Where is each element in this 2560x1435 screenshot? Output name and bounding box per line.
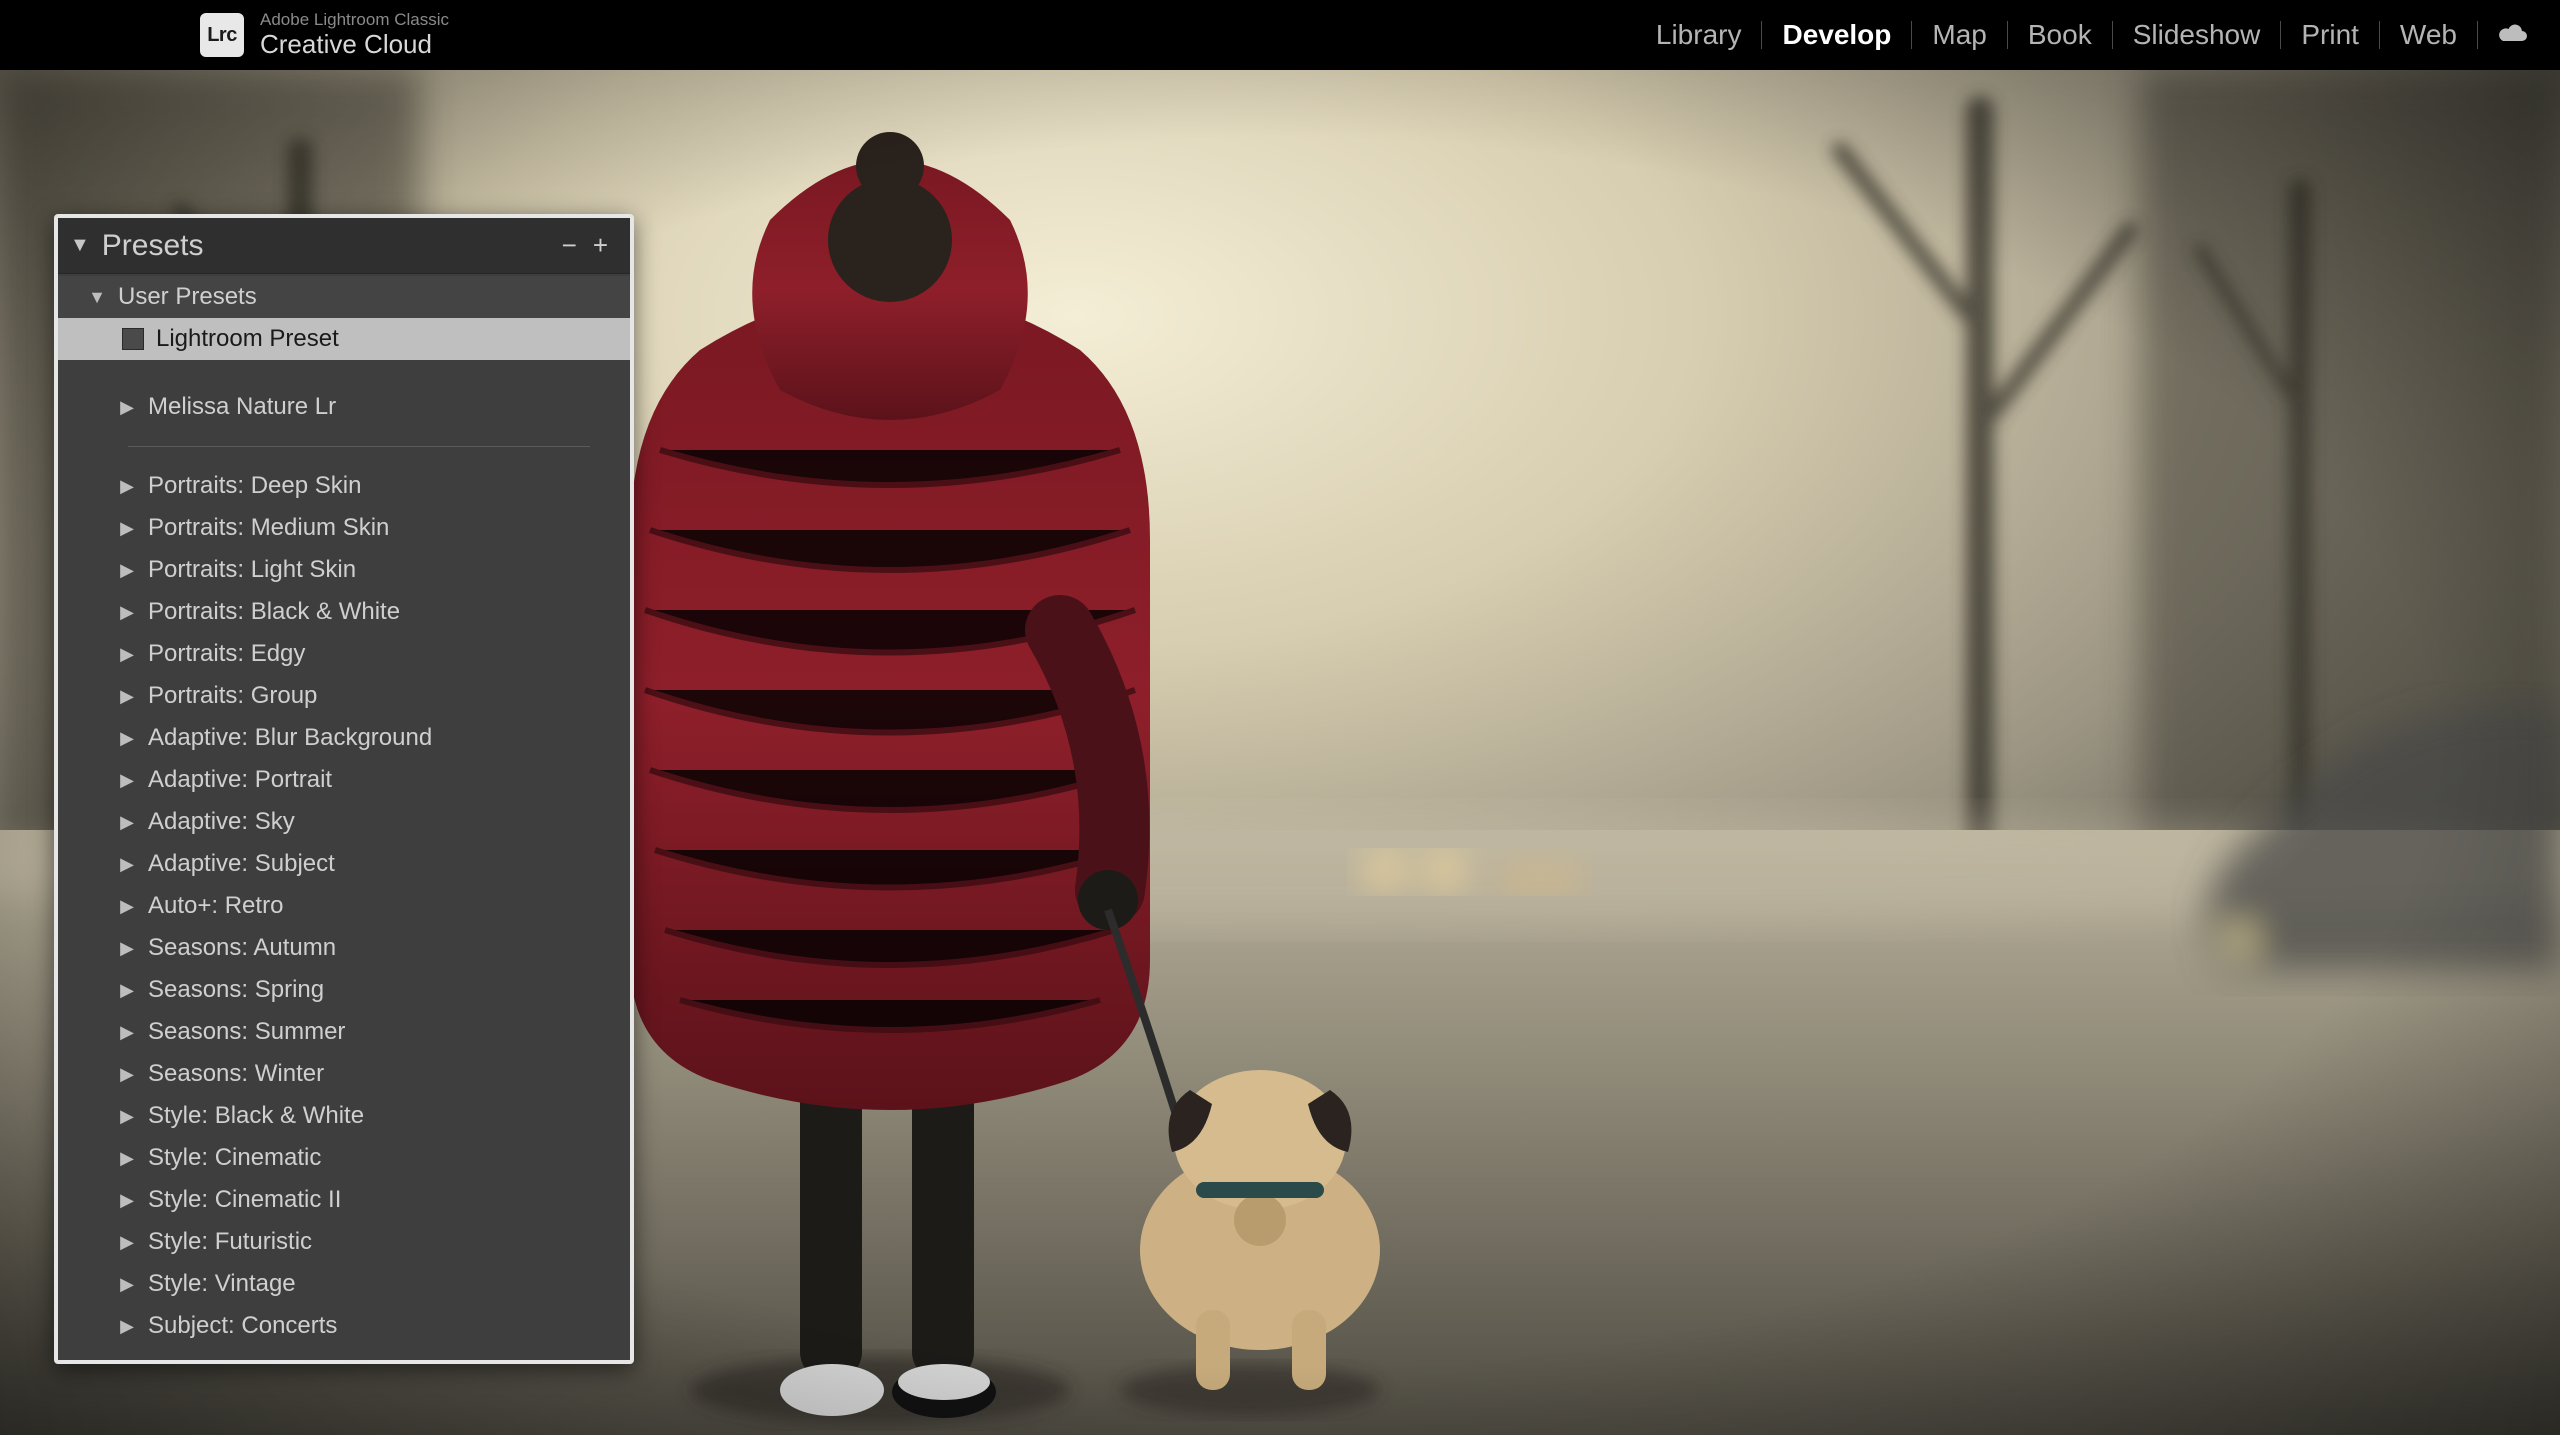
- preset-group-label: Style: Cinematic: [148, 1144, 321, 1172]
- chevron-right-icon: ▶: [116, 602, 138, 623]
- preset-group[interactable]: ▶ Seasons: Autumn: [58, 927, 630, 969]
- preset-group-label: Portraits: Deep Skin: [148, 472, 361, 500]
- nav-library[interactable]: Library: [1636, 21, 1763, 49]
- preset-group-label: Style: Vintage: [148, 1270, 296, 1298]
- nav-develop[interactable]: Develop: [1762, 21, 1912, 49]
- presets-panel: ▼ Presets − + ▼ User Presets Lightroom P…: [54, 214, 634, 1364]
- nav-book[interactable]: Book: [2008, 21, 2113, 49]
- preset-group[interactable]: ▶ Portraits: Black & White: [58, 591, 630, 633]
- preset-thumb-icon: [122, 328, 144, 350]
- chevron-right-icon: ▶: [116, 1148, 138, 1169]
- preset-group-label: Style: Cinematic II: [148, 1186, 341, 1214]
- preset-group[interactable]: ▶ Portraits: Deep Skin: [58, 465, 630, 507]
- preset-group[interactable]: ▶ Style: Black & White: [58, 1095, 630, 1137]
- preset-item-selected[interactable]: Lightroom Preset: [58, 318, 630, 360]
- preset-group[interactable]: ▶ Portraits: Light Skin: [58, 549, 630, 591]
- preset-group-label: Seasons: Spring: [148, 976, 324, 1004]
- nav-map[interactable]: Map: [1912, 21, 2007, 49]
- preset-group-label: Seasons: Winter: [148, 1060, 324, 1088]
- chevron-right-icon: ▶: [116, 644, 138, 665]
- chevron-right-icon: ▶: [116, 896, 138, 917]
- preset-group-label: Portraits: Edgy: [148, 640, 305, 668]
- preset-group-label: Seasons: Summer: [148, 1018, 345, 1046]
- chevron-right-icon: ▶: [116, 397, 138, 418]
- preset-group-label: Adaptive: Portrait: [148, 766, 332, 794]
- preset-group[interactable]: ▶ Adaptive: Sky: [58, 801, 630, 843]
- presets-panel-header[interactable]: ▼ Presets − +: [58, 218, 630, 274]
- chevron-right-icon: ▶: [116, 686, 138, 707]
- separator: [128, 446, 590, 447]
- preset-group[interactable]: ▶ Portraits: Group: [58, 675, 630, 717]
- brand-line2: Creative Cloud: [260, 30, 449, 59]
- preset-group-label: Melissa Nature Lr: [148, 393, 336, 421]
- preset-group[interactable]: ▶ Style: Vintage: [58, 1263, 630, 1305]
- preset-group-label: Portraits: Black & White: [148, 598, 400, 626]
- preset-group[interactable]: ▶ Adaptive: Portrait: [58, 759, 630, 801]
- preset-group[interactable]: ▶ Style: Cinematic: [58, 1137, 630, 1179]
- preset-group-label: Auto+: Retro: [148, 892, 283, 920]
- chevron-right-icon: ▶: [116, 1274, 138, 1295]
- nav-slideshow[interactable]: Slideshow: [2113, 21, 2282, 49]
- chevron-right-icon: ▶: [116, 980, 138, 1001]
- module-nav: Library Develop Map Book Slideshow Print…: [1636, 21, 2530, 49]
- preset-group[interactable]: ▶ Portraits: Medium Skin: [58, 507, 630, 549]
- preset-group[interactable]: ▶ Subject: Concerts: [58, 1305, 630, 1347]
- chevron-right-icon: ▶: [116, 1106, 138, 1127]
- chevron-down-icon: ▼: [86, 287, 108, 308]
- preset-group-label: Subject: Concerts: [148, 1312, 337, 1340]
- chevron-right-icon: ▶: [116, 1022, 138, 1043]
- chevron-right-icon: ▶: [116, 938, 138, 959]
- collapse-button[interactable]: −: [554, 230, 585, 261]
- nav-print[interactable]: Print: [2281, 21, 2380, 49]
- preset-group-melissa[interactable]: ▶ Melissa Nature Lr: [58, 386, 630, 428]
- chevron-right-icon: ▶: [116, 560, 138, 581]
- preset-group-label: User Presets: [118, 283, 257, 311]
- preset-group-label: Adaptive: Subject: [148, 850, 335, 878]
- chevron-right-icon: ▶: [116, 770, 138, 791]
- chevron-right-icon: ▶: [116, 854, 138, 875]
- preset-group-label: Adaptive: Blur Background: [148, 724, 432, 752]
- preset-group[interactable]: ▶ Seasons: Summer: [58, 1011, 630, 1053]
- chevron-right-icon: ▶: [116, 476, 138, 497]
- preset-group[interactable]: ▶ Style: Futuristic: [58, 1221, 630, 1263]
- preset-group-label: Portraits: Group: [148, 682, 317, 710]
- nav-web[interactable]: Web: [2380, 21, 2478, 49]
- preset-item-label: Lightroom Preset: [156, 325, 339, 353]
- preset-group[interactable]: ▶ Adaptive: Blur Background: [58, 717, 630, 759]
- brand-text: Adobe Lightroom Classic Creative Cloud: [260, 11, 449, 58]
- preset-group-label: Seasons: Autumn: [148, 934, 336, 962]
- chevron-right-icon: ▶: [116, 1190, 138, 1211]
- preset-group-label: Portraits: Light Skin: [148, 556, 356, 584]
- chevron-down-icon: ▼: [70, 234, 90, 257]
- brand-line1: Adobe Lightroom Classic: [260, 11, 449, 30]
- preset-group[interactable]: ▶ Adaptive: Subject: [58, 843, 630, 885]
- preset-group-label: Adaptive: Sky: [148, 808, 295, 836]
- preset-group-label: Portraits: Medium Skin: [148, 514, 389, 542]
- chevron-right-icon: ▶: [116, 812, 138, 833]
- add-preset-button[interactable]: +: [585, 230, 616, 261]
- chevron-right-icon: ▶: [116, 1232, 138, 1253]
- preset-group[interactable]: ▶ Seasons: Winter: [58, 1053, 630, 1095]
- chevron-right-icon: ▶: [116, 1064, 138, 1085]
- preset-group-label: Style: Black & White: [148, 1102, 364, 1130]
- top-bar: Lrc Adobe Lightroom Classic Creative Clo…: [0, 0, 2560, 70]
- preset-group[interactable]: ▶ Portraits: Edgy: [58, 633, 630, 675]
- brand: Lrc Adobe Lightroom Classic Creative Clo…: [200, 11, 449, 58]
- cloud-sync-icon[interactable]: [2478, 22, 2530, 49]
- presets-panel-title: Presets: [102, 229, 554, 263]
- preset-group[interactable]: ▶ Style: Cinematic II: [58, 1179, 630, 1221]
- chevron-right-icon: ▶: [116, 728, 138, 749]
- preset-group[interactable]: ▶ Seasons: Spring: [58, 969, 630, 1011]
- chevron-right-icon: ▶: [116, 1316, 138, 1337]
- preset-group-user[interactable]: ▼ User Presets: [58, 276, 630, 318]
- chevron-right-icon: ▶: [116, 518, 138, 539]
- preset-group-label: Style: Futuristic: [148, 1228, 312, 1256]
- app-badge: Lrc: [200, 13, 244, 57]
- presets-panel-body: ▼ User Presets Lightroom Preset ▶ Meliss…: [58, 274, 630, 1360]
- preset-group[interactable]: ▶ Auto+: Retro: [58, 885, 630, 927]
